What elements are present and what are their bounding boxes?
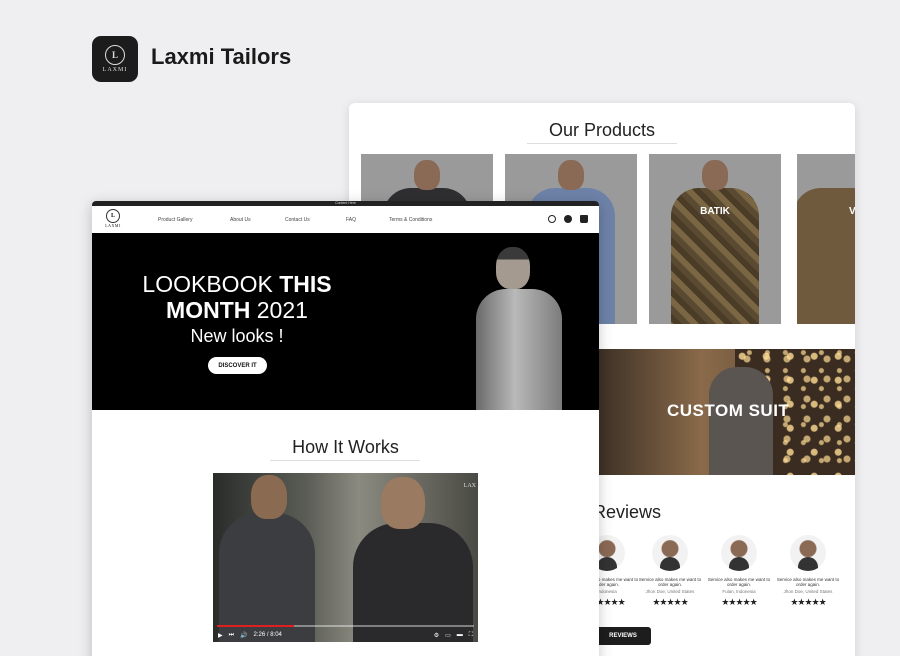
hero-subline: New looks ! xyxy=(190,326,284,346)
review-quote: Service also makes me want to order agai… xyxy=(638,577,702,588)
title-divider xyxy=(527,143,677,144)
review-author: Jhon Doe, United States xyxy=(645,588,695,594)
video-controls: ▶ ⏭ 🔊 2:26 / 8:04 ⚙ ▭ ▬ ⛶ xyxy=(213,628,478,642)
next-icon[interactable]: ⏭ xyxy=(229,632,234,639)
settings-icon[interactable]: ⚙ xyxy=(434,632,439,639)
nav-contact-us[interactable]: Contact Us xyxy=(285,217,310,223)
reviewer-avatar xyxy=(721,535,757,571)
product-card[interactable]: BATIK xyxy=(649,154,781,324)
hero-model-image xyxy=(474,241,564,410)
bag-icon[interactable] xyxy=(580,215,588,223)
reviewer-avatar xyxy=(790,535,826,571)
product-image xyxy=(797,188,855,324)
review-card: Service also makes me want to order agai… xyxy=(707,535,771,608)
review-card: Service also makes me want to order agai… xyxy=(638,535,702,608)
globe-icon[interactable] xyxy=(548,215,556,223)
site-navbar: L LAXMI Product Gallery About Us Contact… xyxy=(92,206,599,234)
app-title: Laxmi Tailors xyxy=(151,44,292,69)
product-card[interactable]: V xyxy=(797,154,855,324)
custom-suit-label: CUSTOM SUIT xyxy=(667,401,790,420)
product-label: BATIK xyxy=(700,206,730,217)
hero-line1-light: LOOKBOOK xyxy=(142,271,280,297)
products-section-title: Our Products xyxy=(548,120,656,140)
laxmi-emblem-icon: L xyxy=(106,209,120,223)
hero-headline-line1: LOOKBOOK THIS xyxy=(92,271,382,298)
laxmi-emblem-icon: L xyxy=(105,45,125,65)
rating-stars-icon: ★★★★★ xyxy=(721,596,757,607)
home-page-window: Content Here L LAXMI Product Gallery Abo… xyxy=(92,201,599,656)
review-author: Jhon Doe, United States xyxy=(783,588,833,594)
model-suit xyxy=(476,289,562,410)
hero-line1-bold: THIS xyxy=(279,271,332,297)
fullscreen-icon[interactable]: ⛶ xyxy=(469,632,473,639)
video-progress-bar[interactable] xyxy=(217,625,474,627)
nav-faq[interactable]: FAQ xyxy=(346,217,356,223)
canvas: L LAXMI Laxmi Tailors Our Products BATIK… xyxy=(0,0,900,656)
product-label: V xyxy=(849,206,855,217)
video-person-left xyxy=(219,513,315,642)
video-progress-fill xyxy=(217,625,295,627)
video-person-right-head xyxy=(381,477,425,529)
site-logo-text: LAXMI xyxy=(105,223,121,228)
nav-product-gallery[interactable]: Product Gallery xyxy=(158,217,192,223)
nav-about-us[interactable]: About Us xyxy=(230,217,251,223)
volume-icon[interactable]: 🔊 xyxy=(240,632,247,639)
title-divider xyxy=(270,460,420,461)
model-head xyxy=(414,160,440,190)
custom-suit-banner[interactable]: CUSTOM SUIT xyxy=(599,349,855,475)
model-head xyxy=(702,160,728,190)
how-it-works-title: How It Works xyxy=(292,437,399,457)
nav-terms-conditions[interactable]: Terms & Conditions xyxy=(389,217,432,223)
app-icon-brand: LAXMI xyxy=(102,67,128,73)
rating-stars-icon: ★★★★★ xyxy=(790,596,826,607)
video-watermark: LAX xyxy=(463,483,476,489)
reviewer-avatar xyxy=(652,535,688,571)
user-icon[interactable] xyxy=(564,215,572,223)
reviews-button[interactable]: REVIEWS xyxy=(595,627,651,645)
hero-headline-line2: MONTH 2021 xyxy=(92,297,382,324)
model-head xyxy=(558,160,584,190)
site-logo[interactable]: L LAXMI xyxy=(102,209,124,228)
hero-line2-light: 2021 xyxy=(250,297,308,323)
hero-line2-bold: MONTH xyxy=(166,297,251,323)
discover-button[interactable]: DISCOVER IT xyxy=(208,357,267,374)
review-quote: Service also makes me want to order agai… xyxy=(707,577,771,588)
hero-banner: LOOKBOOK THIS MONTH 2021 New looks ! DIS… xyxy=(92,233,599,410)
review-quote: Service also makes me want to order agai… xyxy=(776,577,840,588)
model-head xyxy=(496,247,530,289)
rating-stars-icon: ★★★★★ xyxy=(652,596,688,607)
theater-icon[interactable]: ▬ xyxy=(457,632,463,638)
video-person-left-head xyxy=(251,475,287,519)
play-icon[interactable]: ▶ xyxy=(218,632,223,639)
app-logo-icon: L LAXMI xyxy=(92,36,138,82)
video-player[interactable]: LAX ▶ ⏭ 🔊 2:26 / 8:04 ⚙ ▭ ▬ ⛶ xyxy=(213,473,478,642)
review-card: Service also makes me want to order agai… xyxy=(776,535,840,608)
miniplayer-icon[interactable]: ▭ xyxy=(445,632,451,639)
video-time: 2:26 / 8:04 xyxy=(253,632,282,638)
suit-model xyxy=(709,367,773,475)
review-author: Fulan, Indonesia xyxy=(722,588,756,594)
